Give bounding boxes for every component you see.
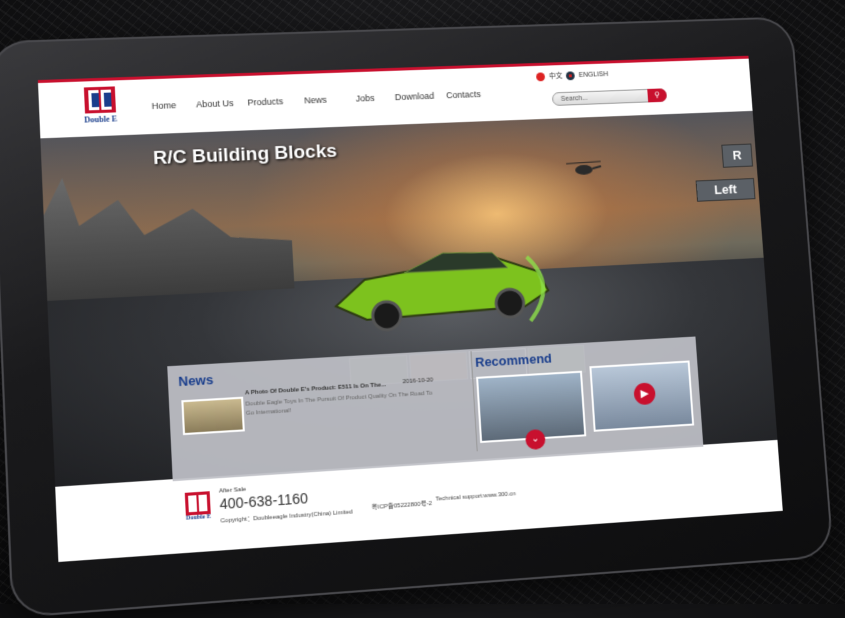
search-input[interactable]: Search... ⚲ (551, 88, 668, 106)
uk-flag-icon[interactable] (565, 70, 576, 80)
icp-number[interactable]: 粤ICP备05222800号-2 (371, 498, 432, 511)
hero-title: R/C Building Blocks (152, 140, 338, 170)
lang-en[interactable]: ENGLISH (578, 71, 608, 79)
tablet-frame: Double E Home About Us Products News Job… (0, 16, 834, 618)
footer-logo: Double E (180, 491, 217, 522)
chevron-down-icon[interactable]: ⌄ (524, 428, 546, 451)
main-nav: Home About Us Products News Jobs Downloa… (138, 89, 488, 112)
news-heading: News (177, 371, 214, 390)
sign-right: R (721, 143, 754, 168)
sign-left: Left (695, 177, 756, 202)
search-button[interactable]: ⚲ (647, 88, 668, 103)
news-thumbnail[interactable] (181, 396, 245, 436)
brand-logo[interactable]: Double E (78, 86, 123, 134)
china-flag-icon[interactable] (536, 71, 546, 81)
search-placeholder: Search... (560, 95, 588, 103)
rock-formation (42, 169, 294, 301)
nav-home[interactable]: Home (138, 100, 190, 112)
nav-products[interactable]: Products (240, 96, 291, 108)
footer-logo-mark-icon (184, 491, 211, 516)
lang-zh[interactable]: 中文 (549, 71, 563, 81)
nav-download[interactable]: Download (390, 91, 440, 103)
recommend-heading: Recommend (474, 350, 553, 370)
search-icon: ⚲ (654, 90, 661, 100)
tech-support-link[interactable]: Technical support:www.300.cn (435, 491, 516, 503)
logo-mark-icon (83, 86, 116, 114)
nav-contacts[interactable]: Contacts (439, 89, 488, 101)
news-item-date: 2016-10-20 (402, 377, 434, 386)
nav-about-us[interactable]: About Us (189, 98, 240, 110)
play-icon[interactable]: ▶ (633, 382, 657, 406)
nav-news[interactable]: News (290, 94, 340, 106)
rc-car-image (323, 236, 556, 337)
nav-jobs[interactable]: Jobs (340, 93, 390, 105)
logo-text: Double E (84, 114, 118, 125)
recommend-video[interactable]: ▶ (589, 360, 695, 432)
language-switcher: 中文 ENGLISH (536, 69, 608, 81)
website-screen: Double E Home About Us Products News Job… (37, 55, 783, 563)
helicopter-icon (564, 159, 604, 176)
